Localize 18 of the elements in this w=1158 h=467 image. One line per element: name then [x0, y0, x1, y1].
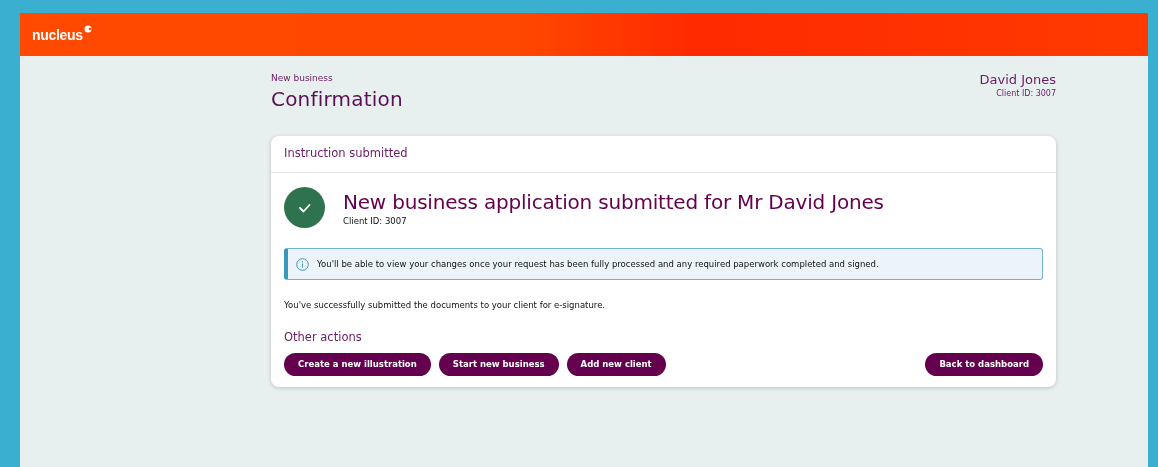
- action-button[interactable]: Start new business: [438, 352, 559, 376]
- page-title: Confirmation: [271, 87, 403, 111]
- info-icon: [296, 257, 309, 271]
- section-heading: Other actions: [284, 330, 363, 344]
- client-id: Client ID: 3007: [995, 89, 1056, 98]
- notice-text: You'll be able to view your changes once your request has been fully processed and any required paperwork completed and signed.: [317, 259, 879, 269]
- card-heading: Instruction submitted: [271, 136, 1056, 173]
- success-message: You've successfully submitted the documents to your client for e-signature.: [284, 300, 607, 310]
- logo-text: nucleus: [32, 26, 83, 43]
- action-button[interactable]: Create a new illustration: [284, 352, 431, 376]
- back-button[interactable]: Back to dashboard: [925, 352, 1043, 376]
- action-button[interactable]: Add new client: [566, 352, 666, 376]
- client-id: Client ID: 3007: [343, 215, 408, 226]
- client-name: David Jones: [979, 72, 1056, 87]
- breadcrumb: New business: [271, 73, 334, 83]
- success-title: New business application submitted for Mr David Jones: [343, 189, 884, 214]
- logo-icon: [83, 24, 92, 33]
- success-check-icon: [284, 187, 325, 228]
